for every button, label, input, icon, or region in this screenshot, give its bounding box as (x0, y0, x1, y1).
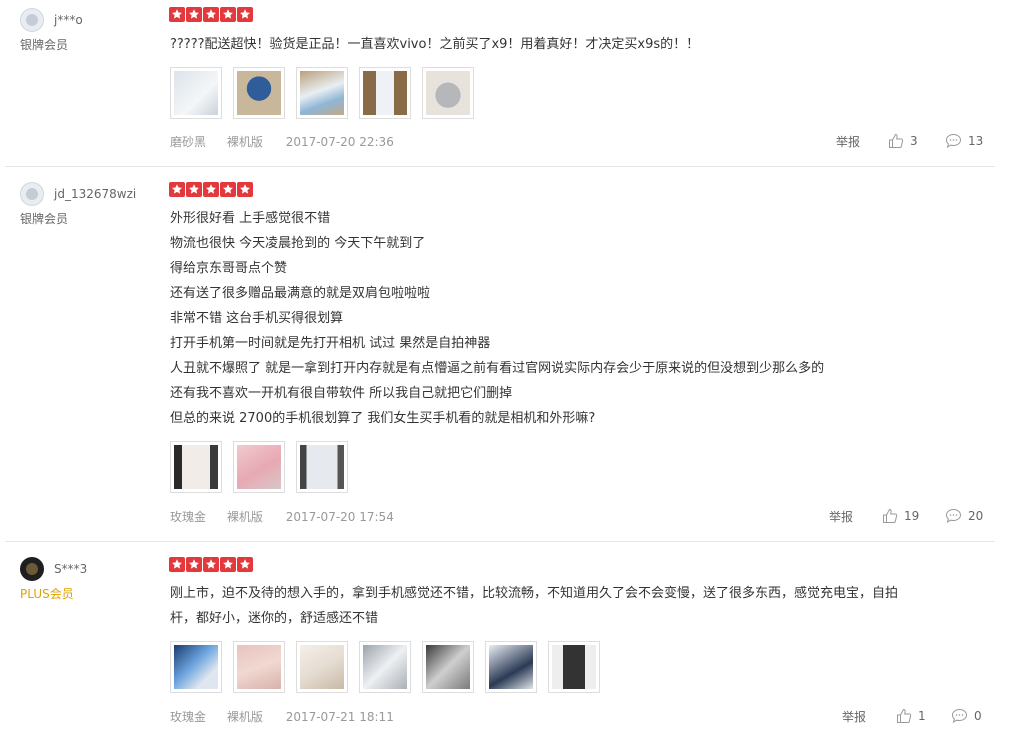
review-divider (5, 541, 995, 542)
product-edition: 裸机版 (226, 135, 263, 149)
review-line: 得给京东哥哥点个赞 (170, 261, 288, 276)
review-image-thumbnail[interactable] (233, 67, 285, 119)
review-divider (5, 166, 995, 167)
product-edition: 裸机版 (226, 710, 263, 724)
star-icon (203, 182, 219, 197)
review-line: 但总的来说 2700的手机很划算了 我们女生买手机看的就是相机和外形嘛? (170, 411, 596, 426)
report-link[interactable]: 举报 (842, 709, 866, 725)
star-icon (237, 182, 253, 197)
star-rating (169, 7, 253, 22)
report-link[interactable]: 举报 (836, 134, 860, 150)
product-edition: 裸机版 (226, 510, 263, 524)
like-button[interactable]: 1 (896, 708, 926, 724)
star-icon (186, 182, 202, 197)
like-button[interactable]: 19 (882, 508, 919, 524)
review-line: 刚上市，迫不及待的想入手的，拿到手机感觉还不错，比较流畅，不知道用久了会不会变慢… (170, 586, 899, 601)
report-link[interactable]: 举报 (829, 509, 853, 525)
thumbs-up-icon (889, 133, 904, 148)
review-line: 杆，都好小，迷你的，舒适感还不错 (170, 611, 379, 626)
username[interactable]: j***o (54, 12, 83, 28)
star-icon (220, 7, 236, 22)
review-text: ?????配送超快！验货是正品！一直喜欢vivo！之前买了x9！用着真好！才决定… (170, 32, 970, 57)
product-color: 玫瑰金 (170, 710, 207, 724)
avatar[interactable] (20, 557, 44, 581)
thumbs-up-icon (883, 508, 898, 523)
comment-count: 20 (968, 509, 984, 523)
review-meta: 磨砂黑 裸机版 2017-07-20 22:36 (170, 134, 411, 150)
username[interactable]: S***3 (54, 561, 87, 577)
star-icon (237, 7, 253, 22)
review-line: 人丑就不爆照了 就是一拿到打开内存就是有点懵逼之前有看过官网说实际内存会少于原来… (170, 361, 825, 376)
comment-icon (951, 708, 968, 724)
review-date: 2017-07-20 17:54 (285, 510, 394, 524)
star-rating (169, 557, 253, 572)
member-level: 银牌会员 (20, 38, 69, 52)
review-image-thumbnail[interactable] (485, 641, 537, 693)
review-date: 2017-07-21 18:11 (285, 710, 394, 724)
review-images (170, 641, 600, 693)
like-count: 3 (910, 134, 918, 148)
member-level: PLUS会员 (20, 587, 74, 601)
like-count: 1 (918, 709, 926, 723)
review-text: 外形很好看 上手感觉很不错 物流也很快 今天凌晨抢到的 今天下午就到了 得给京东… (170, 206, 970, 431)
review-line: 打开手机第一时间就是先打开相机 试过 果然是自拍神器 (170, 336, 491, 351)
review-line: ?????配送超快！验货是正品！一直喜欢vivo！之前买了x9！用着真好！才决定… (170, 37, 700, 52)
username[interactable]: jd_132678wzi (54, 186, 136, 202)
review-meta: 玫瑰金 裸机版 2017-07-20 17:54 (170, 509, 411, 525)
review-image-thumbnail[interactable] (422, 67, 474, 119)
avatar[interactable] (20, 8, 44, 32)
review-image-thumbnail[interactable] (296, 641, 348, 693)
comment-button[interactable]: 0 (951, 708, 982, 724)
review-image-thumbnail[interactable] (170, 441, 222, 493)
star-icon (169, 557, 185, 572)
member-level: 银牌会员 (20, 212, 69, 226)
review-meta: 玫瑰金 裸机版 2017-07-21 18:11 (170, 709, 411, 725)
star-icon (186, 557, 202, 572)
review-line: 还有送了很多赠品最满意的就是双肩包啦啦啦 (170, 286, 431, 301)
comment-button[interactable]: 13 (945, 133, 983, 149)
star-icon (169, 7, 185, 22)
product-color: 玫瑰金 (170, 510, 207, 524)
review-text: 刚上市，迫不及待的想入手的，拿到手机感觉还不错，比较流畅，不知道用久了会不会变慢… (170, 581, 970, 631)
review-line: 物流也很快 今天凌晨抢到的 今天下午就到了 (170, 236, 426, 251)
review-image-thumbnail[interactable] (359, 641, 411, 693)
star-icon (220, 557, 236, 572)
comment-icon (945, 508, 962, 524)
star-icon (169, 182, 185, 197)
review-line: 非常不错 这台手机买得很划算 (170, 311, 344, 326)
review-line: 外形很好看 上手感觉很不错 (170, 211, 331, 226)
star-icon (203, 7, 219, 22)
review-images (170, 441, 348, 493)
review-image-thumbnail[interactable] (359, 67, 411, 119)
star-icon (237, 557, 253, 572)
review-image-thumbnail[interactable] (296, 441, 348, 493)
avatar[interactable] (20, 182, 44, 206)
star-icon (220, 182, 236, 197)
review-images (170, 67, 474, 119)
like-button[interactable]: 3 (888, 133, 918, 149)
review-image-thumbnail[interactable] (422, 641, 474, 693)
review-image-thumbnail[interactable] (548, 641, 600, 693)
comment-count: 13 (968, 134, 984, 148)
review-line: 还有我不喜欢一开机有很自带软件 所以我自己就把它们删掉 (170, 386, 513, 401)
review-image-thumbnail[interactable] (296, 67, 348, 119)
star-rating (169, 182, 253, 197)
review-image-thumbnail[interactable] (233, 441, 285, 493)
comment-button[interactable]: 20 (945, 508, 983, 524)
review-date: 2017-07-20 22:36 (285, 135, 394, 149)
review-image-thumbnail[interactable] (170, 67, 222, 119)
product-color: 磨砂黑 (170, 135, 207, 149)
review-image-thumbnail[interactable] (170, 641, 222, 693)
like-count: 19 (904, 509, 920, 523)
comment-count: 0 (974, 709, 982, 723)
thumbs-up-icon (897, 708, 912, 723)
star-icon (203, 557, 219, 572)
review-image-thumbnail[interactable] (233, 641, 285, 693)
comment-icon (945, 133, 962, 149)
star-icon (186, 7, 202, 22)
